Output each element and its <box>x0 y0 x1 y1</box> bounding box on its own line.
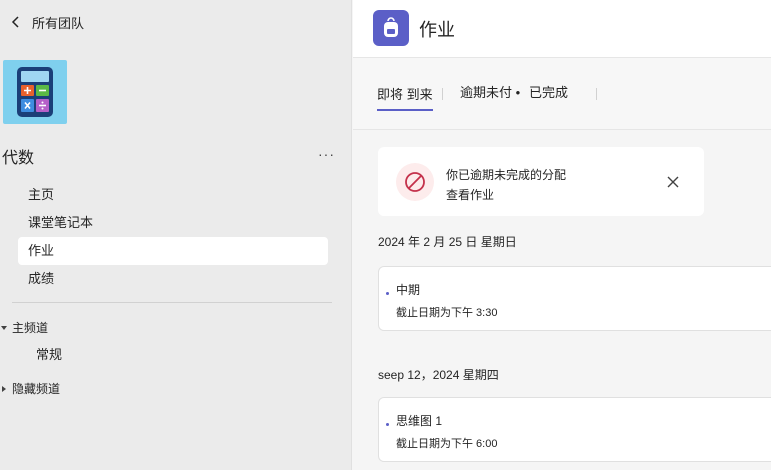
sidebar-item-assignments[interactable]: 作业 <box>18 237 328 265</box>
sidebar-item-class-notebook[interactable]: 课堂笔记本 <box>18 209 328 237</box>
assignment-card[interactable]: 思维图 1 截止日期为下午 6:00 <box>378 397 771 462</box>
back-label: 所有团队 <box>32 15 85 31</box>
bullet-icon <box>386 292 389 295</box>
view-assignments-link[interactable]: 查看作业 <box>446 186 494 203</box>
tab-completed[interactable]: 已完成 <box>529 82 568 101</box>
channel-general[interactable]: 常规 <box>36 344 62 363</box>
sidebar-divider <box>12 302 332 303</box>
sidebar-item-grades[interactable]: 成绩 <box>18 265 328 293</box>
tab-past-due[interactable]: 逾期未付 • <box>460 82 520 101</box>
backpack-icon <box>373 10 409 46</box>
team-name: 代数 <box>2 150 35 167</box>
more-options-button[interactable]: ··· <box>318 146 335 162</box>
main-channels-label: 主频道 <box>12 321 49 335</box>
main-channels-toggle[interactable]: 主频道 <box>0 319 48 336</box>
calculator-icon <box>3 60 67 124</box>
back-to-all-teams-button[interactable]: 所有团队 <box>8 10 84 34</box>
assignments-pane: 作业 即将 到来 逾期未付 • 已完成 你已逾期未完成的分配 查看作业 2024… <box>353 0 771 470</box>
past-due-banner: 你已逾期未完成的分配 查看作业 <box>378 147 704 216</box>
tab-upcoming[interactable]: 即将 到来 <box>377 84 433 111</box>
page-title: 作业 <box>419 20 455 40</box>
chevron-left-icon <box>11 16 19 28</box>
caret-right-icon <box>2 385 6 392</box>
app-header: 作业 <box>353 0 771 58</box>
assignment-card[interactable]: 中期 截止日期为下午 3:30 <box>378 266 771 331</box>
bullet-icon <box>386 423 389 426</box>
close-icon[interactable] <box>666 175 680 189</box>
date-heading: seep 12，2024 星期四 <box>378 368 499 382</box>
assignment-title: 思维图 1 <box>396 414 443 428</box>
assignment-title: 中期 <box>396 283 421 297</box>
tab-separator <box>442 88 443 100</box>
assignment-due: 截止日期为下午 3:30 <box>396 307 498 319</box>
team-sidebar: 所有团队 代数 ··· 主页 课堂笔记本 作业 成绩 主频道 常规 隐藏频道 <box>0 0 352 470</box>
hidden-channels-label: 隐藏频道 <box>12 382 61 396</box>
assignment-tabs: 即将 到来 逾期未付 • 已完成 <box>353 58 771 130</box>
team-nav: 主页 课堂笔记本 作业 成绩 <box>18 181 328 293</box>
assignment-due: 截止日期为下午 6:00 <box>396 438 498 450</box>
date-heading: 2024 年 2 月 25 日 星期日 <box>378 235 517 249</box>
banner-message: 你已逾期未完成的分配 <box>446 168 567 182</box>
caret-down-icon <box>1 325 7 330</box>
tab-separator <box>596 88 597 100</box>
prohibited-icon <box>396 163 434 201</box>
hidden-channels-toggle[interactable]: 隐藏频道 <box>0 380 60 397</box>
sidebar-item-home[interactable]: 主页 <box>18 181 328 209</box>
